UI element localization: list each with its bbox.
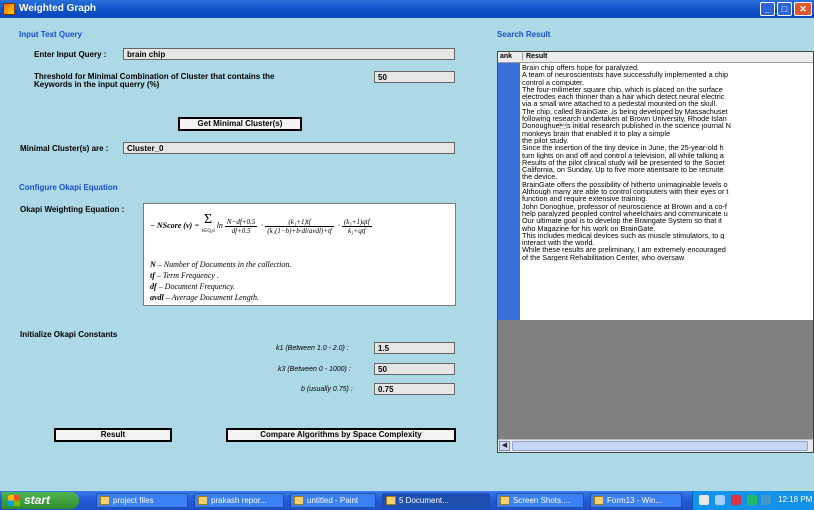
search-result-grid[interactable]: ank Result Brain chip offers hope for pa…	[497, 51, 814, 453]
grid-header: ank Result	[498, 52, 813, 63]
table-row[interactable]: Brain chip offers hope for paralyzed. A t…	[498, 63, 813, 320]
row-header[interactable]	[498, 63, 520, 320]
title-bar: Weighted Graph _ □ ✕	[0, 0, 814, 18]
taskbar-item-prakash-report[interactable]: prakash repor...	[194, 493, 284, 508]
okapi-equation-box: − NScore (v) = Σt∈Q,d ln N−df+0.5 df+0.5 ·…	[143, 203, 456, 306]
definition-avdl: avdl – Average Document Length.	[150, 293, 259, 302]
close-button[interactable]: ✕	[794, 2, 812, 16]
result-line: The four-milimeter square chip, which is…	[522, 85, 723, 94]
help-icon[interactable]	[699, 495, 709, 505]
bluetooth-icon[interactable]	[761, 495, 771, 505]
threshold-input[interactable]: 50	[374, 71, 455, 83]
paint-icon	[294, 496, 304, 505]
taskbar-item-documents[interactable]: 5 Document...	[382, 493, 490, 508]
result-line: Brain chip offers hope for paralyzed.	[522, 64, 640, 72]
minimal-clusters-output: Cluster_0	[123, 142, 455, 154]
threshold-label-line2: Keywords in the input querry (%)	[34, 80, 160, 89]
minimize-button[interactable]: _	[760, 2, 775, 16]
scrollbar-thumb[interactable]	[512, 441, 808, 451]
result-line: following research undertaken at Brown U…	[522, 115, 727, 123]
k1-input[interactable]: 1.5	[374, 342, 455, 354]
network-icon[interactable]	[715, 495, 725, 505]
result-line: While these results are preliminary, I a…	[522, 246, 726, 254]
column-header-result[interactable]: Result	[522, 53, 547, 60]
result-line: Although many are able to control comput…	[522, 188, 729, 196]
result-line: Donoughues initial research published i…	[522, 122, 731, 130]
result-line: Our ultimate goal is to develop the Brai…	[522, 217, 722, 225]
okapi-equation: − NScore (v) = Σt∈Q,d ln N−df+0.5 df+0.5 ·…	[150, 212, 372, 235]
result-line: monkeys brain that enabled it to play a …	[522, 129, 671, 137]
result-cell[interactable]: Brain chip offers hope for paralyzed. A t…	[522, 64, 813, 318]
window-icon	[594, 496, 604, 505]
get-minimal-clusters-button[interactable]: Get Minimal Cluster(s)	[178, 117, 302, 131]
result-line: California, on Sunday. Up to five more a…	[522, 166, 724, 174]
result-line: John Donoghue, professor of neuroscience…	[522, 202, 727, 210]
taskbar-item-screen-shots[interactable]: Screen Shots....	[496, 493, 584, 508]
result-line: turn lights on and off and control a tel…	[522, 151, 724, 159]
result-line: The chip, called BrainGate ,is being dev…	[522, 107, 728, 116]
document-icon	[386, 496, 396, 505]
security-icon[interactable]	[731, 495, 741, 505]
maximize-button[interactable]: □	[777, 2, 792, 16]
minimal-clusters-label: Minimal Cluster(s) are :	[20, 144, 109, 153]
result-line: electrodes each thinner than a hair whic…	[522, 93, 725, 101]
result-line: This includes medical devices such as mu…	[522, 231, 725, 240]
query-input[interactable]: brain chip	[123, 48, 455, 60]
result-line: interact with the world.	[522, 239, 595, 247]
okapi-section-heading: Configure Okapi Equation	[19, 183, 118, 192]
result-line: control a computer.	[522, 78, 585, 86]
query-label: Enter Input Query :	[34, 50, 107, 59]
taskbar-item-project-files[interactable]: project files	[96, 493, 188, 508]
k3-label: k3 (Between 0 - 1000) :	[278, 366, 351, 373]
windows-logo-icon	[8, 495, 20, 506]
result-button[interactable]: Result	[54, 428, 172, 442]
document-icon	[198, 496, 208, 505]
volume-icon[interactable]	[747, 495, 757, 505]
result-line: BrainGate offers the possibility of hith…	[522, 180, 728, 189]
result-line: Results of the pilot clinical study will…	[522, 158, 725, 167]
b-input[interactable]: 0.75	[374, 383, 455, 395]
scroll-left-icon[interactable]: ◀	[499, 441, 510, 451]
start-button[interactable]: start	[2, 492, 79, 509]
result-line: who Magazine for his work on BrainGate.	[522, 224, 656, 232]
folder-icon	[500, 496, 510, 505]
column-header-rank[interactable]: ank	[500, 53, 512, 60]
result-line: Since the insertion of the tiny device i…	[522, 144, 724, 152]
folder-icon	[100, 496, 110, 505]
app-icon	[3, 3, 15, 15]
start-label: start	[24, 493, 51, 507]
constants-heading: Initialize Okapi Constants	[20, 330, 118, 339]
definition-df: df – Document Frequency.	[150, 282, 236, 291]
input-section-heading: Input Text Query	[19, 30, 82, 39]
definition-n: N – Number of Documents in the collectio…	[150, 260, 292, 269]
k3-input[interactable]: 50	[374, 363, 455, 375]
search-result-heading: Search Result	[497, 30, 551, 39]
okapi-equation-label: Okapi Weighting Equation :	[20, 205, 125, 214]
result-line: the pilot study.	[522, 136, 569, 145]
b-label: b (usually 0.75) :	[301, 386, 353, 393]
result-line: via a small wire attached to a pedestal …	[522, 100, 718, 108]
clock: 12:18 PM	[778, 495, 813, 504]
window-title: Weighted Graph	[19, 3, 97, 14]
system-tray: 12:18 PM	[692, 491, 814, 510]
result-line: help paralyzed peopled control wheelchai…	[522, 209, 728, 218]
horizontal-scrollbar[interactable]: ◀	[498, 439, 813, 452]
taskbar-item-paint[interactable]: untitled - Paint	[290, 493, 376, 508]
compare-algorithms-button[interactable]: Compare Algorithms by Space Complexity	[226, 428, 456, 442]
taskbar: start project files prakash repor... unt…	[0, 491, 814, 510]
taskbar-item-form13[interactable]: Form13 - Win...	[590, 493, 682, 508]
result-line: function and require extensive training.	[522, 195, 648, 203]
k1-label: k1 (Between 1.0 - 2.0) :	[276, 345, 349, 352]
result-line: the device.	[522, 173, 558, 181]
definition-tf: tf – Term Frequency .	[150, 271, 219, 280]
result-line: of the Sargent Rehabilitation Center, wh…	[522, 253, 685, 262]
result-line: A team of neuroscientists have successfu…	[522, 71, 729, 79]
